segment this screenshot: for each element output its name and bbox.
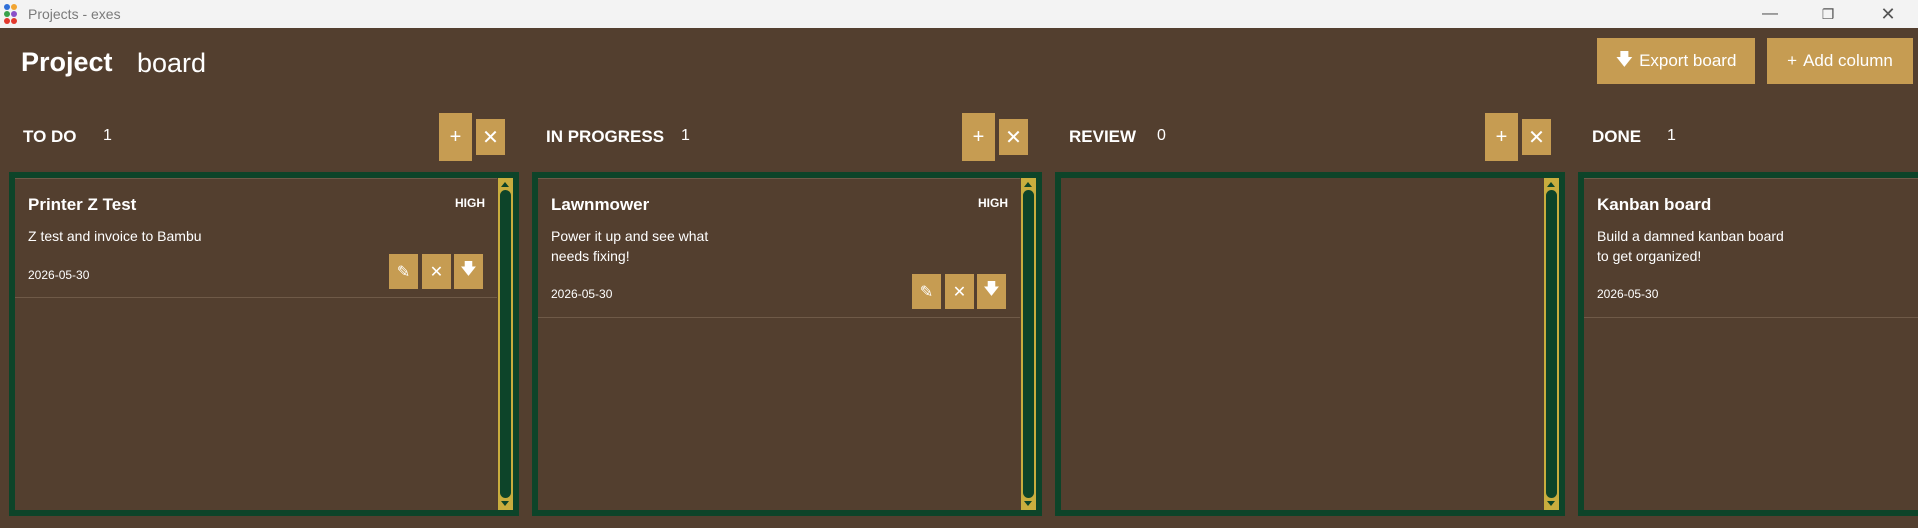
scroll-up-icon[interactable] — [1024, 182, 1032, 187]
column-header-in-progress: IN PROGRESS 1 + ✕ — [523, 113, 1043, 161]
scrollbar[interactable] — [1021, 178, 1036, 510]
close-icon: ✕ — [482, 126, 499, 149]
card-title: Kanban board — [1597, 195, 1712, 214]
scrollbar[interactable] — [1544, 178, 1559, 510]
card-title: Printer Z Test — [28, 195, 137, 214]
move-card-button[interactable]: 🡇 — [454, 254, 483, 289]
card-priority: HIGH — [978, 196, 1008, 210]
minimize-icon: — — [1762, 5, 1778, 22]
card-date: 2026-05-30 — [551, 287, 613, 301]
close-icon: ✕ — [1528, 126, 1545, 149]
add-card-button[interactable]: + — [962, 113, 995, 161]
column-body-done: Kanban board Build a damned kanban board… — [1578, 172, 1918, 516]
column-count: 0 — [1157, 127, 1166, 144]
pencil-icon: ✎ — [396, 263, 411, 281]
add-card-button[interactable]: + — [439, 113, 472, 161]
plus-icon: + — [1787, 51, 1798, 70]
column-header-review: REVIEW 0 + ✕ — [1046, 113, 1566, 161]
column-name: REVIEW — [1069, 127, 1137, 146]
close-icon: ✕ — [1880, 3, 1896, 24]
download-icon: 🡇 — [1615, 49, 1634, 69]
scrollbar[interactable] — [498, 178, 513, 510]
close-icon: ✕ — [1005, 126, 1022, 149]
plus-icon: + — [972, 125, 985, 148]
card[interactable]: Printer Z Test HIGH Z test and invoice t… — [15, 178, 497, 298]
delete-column-button[interactable]: ✕ — [1522, 119, 1551, 155]
delete-card-button[interactable]: ✕ — [945, 274, 974, 309]
move-card-button[interactable]: 🡇 — [977, 274, 1006, 309]
scroll-down-icon[interactable] — [1024, 501, 1032, 506]
scroll-thumb[interactable] — [1546, 190, 1557, 498]
column-count: 1 — [681, 127, 690, 144]
scroll-down-icon[interactable] — [1547, 501, 1555, 506]
arrow-down-icon: 🡇 — [460, 261, 477, 278]
column-name: DONE — [1592, 127, 1642, 146]
page-title: Project — [21, 47, 113, 77]
delete-column-button[interactable]: ✕ — [476, 119, 505, 155]
column-body-todo: Printer Z Test HIGH Z test and invoice t… — [9, 172, 519, 516]
column-count: 1 — [103, 127, 112, 144]
column-header-done: DONE 1 — [1569, 113, 1918, 161]
scroll-up-icon[interactable] — [501, 182, 509, 187]
edit-card-button[interactable]: ✎ — [389, 254, 418, 289]
card-date: 2026-05-30 — [1597, 287, 1659, 301]
restore-icon: ❐ — [1821, 5, 1835, 22]
add-column-label: Add column — [1803, 51, 1893, 70]
scroll-down-icon[interactable] — [501, 501, 509, 506]
card-description: Power it up and see what needs fixing! — [551, 228, 709, 264]
card-description: Z test and invoice to Bambu — [28, 228, 202, 244]
card[interactable]: Lawnmower HIGH Power it up and see what … — [538, 178, 1020, 318]
add-card-button[interactable]: + — [1485, 113, 1518, 161]
restore-button[interactable]: ❐ — [1800, 0, 1856, 28]
card[interactable]: Kanban board Build a damned kanban board… — [1584, 178, 1918, 318]
window-titlebar: Projects - exes — ❐ ✕ — [0, 0, 1918, 28]
scroll-up-icon[interactable] — [1547, 182, 1555, 187]
edit-card-button[interactable]: ✎ — [912, 274, 941, 309]
plus-icon: + — [1495, 125, 1508, 148]
export-board-label: Export board — [1639, 51, 1737, 70]
close-icon: ✕ — [429, 263, 444, 281]
column-name: IN PROGRESS — [546, 127, 665, 146]
delete-card-button[interactable]: ✕ — [422, 254, 451, 289]
delete-column-button[interactable]: ✕ — [999, 119, 1028, 155]
app-icon — [2, 3, 20, 24]
window-title: Projects - exes — [28, 6, 121, 22]
page-subtitle: board — [137, 48, 207, 78]
column-body-review — [1055, 172, 1565, 516]
card-date: 2026-05-30 — [28, 268, 90, 282]
export-board-button[interactable]: 🡇 Export board — [1597, 38, 1755, 84]
column-body-in-progress: Lawnmower HIGH Power it up and see what … — [532, 172, 1042, 516]
close-icon: ✕ — [952, 283, 967, 301]
pencil-icon: ✎ — [919, 283, 934, 301]
arrow-down-icon: 🡇 — [983, 281, 1000, 298]
column-header-todo: TO DO 1 + ✕ — [0, 113, 520, 161]
minimize-button[interactable]: — — [1742, 0, 1798, 28]
plus-icon: + — [449, 125, 462, 148]
column-count: 1 — [1667, 127, 1676, 144]
add-column-button[interactable]: + Add column — [1767, 38, 1913, 84]
card-priority: HIGH — [455, 196, 485, 210]
card-title: Lawnmower — [551, 195, 650, 214]
scroll-thumb[interactable] — [500, 190, 511, 498]
card-description: Build a damned kanban board to get organ… — [1597, 228, 1784, 264]
column-name: TO DO — [23, 127, 77, 146]
window-close-button[interactable]: ✕ — [1860, 0, 1916, 28]
scroll-thumb[interactable] — [1023, 190, 1034, 498]
